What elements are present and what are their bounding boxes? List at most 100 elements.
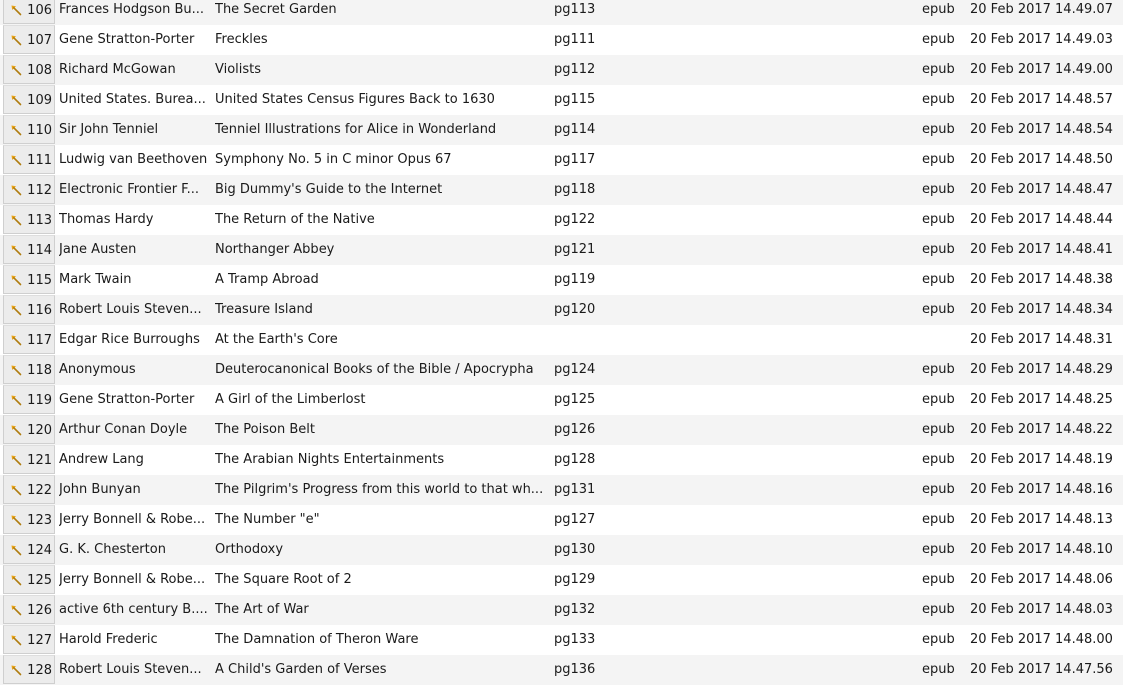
author-cell[interactable]: Thomas Hardy bbox=[59, 205, 209, 235]
title-cell[interactable]: The Damnation of Theron Ware bbox=[215, 625, 547, 655]
format-cell[interactable]: epub bbox=[922, 25, 962, 55]
title-cell[interactable]: Big Dummy's Guide to the Internet bbox=[215, 175, 547, 205]
id-cell[interactable]: pg111 bbox=[554, 25, 634, 55]
row-number-header[interactable]: 111 bbox=[3, 145, 55, 174]
date-cell[interactable]: 20 Feb 2017 14.47.56 bbox=[970, 655, 1120, 685]
date-cell[interactable]: 20 Feb 2017 14.48.29 bbox=[970, 355, 1120, 385]
format-cell[interactable]: epub bbox=[922, 655, 962, 685]
row-number-header[interactable]: 124 bbox=[3, 535, 55, 564]
table-row[interactable]: 109 United States. Burea... United State… bbox=[0, 85, 1123, 115]
format-cell[interactable]: epub bbox=[922, 55, 962, 85]
date-cell[interactable]: 20 Feb 2017 14.48.31 bbox=[970, 325, 1120, 355]
id-cell[interactable]: pg129 bbox=[554, 565, 634, 595]
table-row[interactable]: 115 Mark Twain A Tramp Abroad pg119 epub… bbox=[0, 265, 1123, 295]
row-number-header[interactable]: 118 bbox=[3, 355, 55, 384]
author-cell[interactable]: Gene Stratton-Porter bbox=[59, 385, 209, 415]
id-cell[interactable]: pg117 bbox=[554, 145, 634, 175]
table-row[interactable]: 106 Frances Hodgson Bu... The Secret Gar… bbox=[0, 0, 1123, 25]
author-cell[interactable]: active 6th century B.... bbox=[59, 595, 209, 625]
table-row[interactable]: 120 Arthur Conan Doyle The Poison Belt p… bbox=[0, 415, 1123, 445]
author-cell[interactable]: Sir John Tenniel bbox=[59, 115, 209, 145]
title-cell[interactable]: At the Earth's Core bbox=[215, 325, 547, 355]
row-number-header[interactable]: 109 bbox=[3, 85, 55, 114]
id-cell[interactable]: pg120 bbox=[554, 295, 634, 325]
id-cell[interactable]: pg115 bbox=[554, 85, 634, 115]
title-cell[interactable]: The Arabian Nights Entertainments bbox=[215, 445, 547, 475]
title-cell[interactable]: The Pilgrim's Progress from this world t… bbox=[215, 475, 547, 505]
id-cell[interactable]: pg131 bbox=[554, 475, 634, 505]
table-row[interactable]: 117 Edgar Rice Burroughs At the Earth's … bbox=[0, 325, 1123, 355]
title-cell[interactable]: The Number "e" bbox=[215, 505, 547, 535]
format-cell[interactable]: epub bbox=[922, 445, 962, 475]
format-cell[interactable]: epub bbox=[922, 385, 962, 415]
date-cell[interactable]: 20 Feb 2017 14.48.50 bbox=[970, 145, 1120, 175]
id-cell[interactable]: pg126 bbox=[554, 415, 634, 445]
format-cell[interactable]: epub bbox=[922, 415, 962, 445]
title-cell[interactable]: Treasure Island bbox=[215, 295, 547, 325]
format-cell[interactable]: epub bbox=[922, 565, 962, 595]
title-cell[interactable]: The Square Root of 2 bbox=[215, 565, 547, 595]
date-cell[interactable]: 20 Feb 2017 14.48.57 bbox=[970, 85, 1120, 115]
title-cell[interactable]: Northanger Abbey bbox=[215, 235, 547, 265]
table-row[interactable]: 107 Gene Stratton-Porter Freckles pg111 … bbox=[0, 25, 1123, 55]
table-row[interactable]: 127 Harold Frederic The Damnation of The… bbox=[0, 625, 1123, 655]
author-cell[interactable]: Jerry Bonnell & Robe... bbox=[59, 505, 209, 535]
title-cell[interactable]: Freckles bbox=[215, 25, 547, 55]
table-row[interactable]: 119 Gene Stratton-Porter A Girl of the L… bbox=[0, 385, 1123, 415]
row-number-header[interactable]: 120 bbox=[3, 415, 55, 444]
id-cell[interactable]: pg136 bbox=[554, 655, 634, 685]
row-number-header[interactable]: 116 bbox=[3, 295, 55, 324]
author-cell[interactable]: Richard McGowan bbox=[59, 55, 209, 85]
format-cell[interactable]: epub bbox=[922, 505, 962, 535]
table-row[interactable]: 125 Jerry Bonnell & Robe... The Square R… bbox=[0, 565, 1123, 595]
table-row[interactable]: 113 Thomas Hardy The Return of the Nativ… bbox=[0, 205, 1123, 235]
date-cell[interactable]: 20 Feb 2017 14.48.44 bbox=[970, 205, 1120, 235]
author-cell[interactable]: John Bunyan bbox=[59, 475, 209, 505]
title-cell[interactable]: A Child's Garden of Verses bbox=[215, 655, 547, 685]
format-cell[interactable]: epub bbox=[922, 145, 962, 175]
id-cell[interactable]: pg130 bbox=[554, 535, 634, 565]
table-row[interactable]: 108 Richard McGowan Violists pg112 epub … bbox=[0, 55, 1123, 85]
id-cell[interactable]: pg113 bbox=[554, 0, 634, 25]
date-cell[interactable]: 20 Feb 2017 14.48.03 bbox=[970, 595, 1120, 625]
author-cell[interactable]: Jane Austen bbox=[59, 235, 209, 265]
title-cell[interactable]: The Poison Belt bbox=[215, 415, 547, 445]
table-row[interactable]: 122 John Bunyan The Pilgrim's Progress f… bbox=[0, 475, 1123, 505]
format-cell[interactable]: epub bbox=[922, 295, 962, 325]
row-number-header[interactable]: 126 bbox=[3, 595, 55, 624]
row-number-header[interactable]: 128 bbox=[3, 655, 55, 684]
title-cell[interactable]: The Return of the Native bbox=[215, 205, 547, 235]
row-number-header[interactable]: 117 bbox=[3, 325, 55, 354]
row-number-header[interactable]: 108 bbox=[3, 55, 55, 84]
row-number-header[interactable]: 122 bbox=[3, 475, 55, 504]
id-cell[interactable]: pg118 bbox=[554, 175, 634, 205]
id-cell[interactable]: pg124 bbox=[554, 355, 634, 385]
format-cell[interactable]: epub bbox=[922, 475, 962, 505]
author-cell[interactable]: Anonymous bbox=[59, 355, 209, 385]
id-cell[interactable]: pg114 bbox=[554, 115, 634, 145]
title-cell[interactable]: The Art of War bbox=[215, 595, 547, 625]
row-number-header[interactable]: 115 bbox=[3, 265, 55, 294]
row-number-header[interactable]: 112 bbox=[3, 175, 55, 204]
table-row[interactable]: 111 Ludwig van Beethoven Symphony No. 5 … bbox=[0, 145, 1123, 175]
format-cell[interactable]: epub bbox=[922, 535, 962, 565]
title-cell[interactable]: United States Census Figures Back to 163… bbox=[215, 85, 547, 115]
id-cell[interactable]: pg133 bbox=[554, 625, 634, 655]
table-row[interactable]: 118 Anonymous Deuterocanonical Books of … bbox=[0, 355, 1123, 385]
author-cell[interactable]: Harold Frederic bbox=[59, 625, 209, 655]
id-cell[interactable]: pg127 bbox=[554, 505, 634, 535]
id-cell[interactable]: pg121 bbox=[554, 235, 634, 265]
table-row[interactable]: 110 Sir John Tenniel Tenniel Illustratio… bbox=[0, 115, 1123, 145]
date-cell[interactable]: 20 Feb 2017 14.49.00 bbox=[970, 55, 1120, 85]
title-cell[interactable]: A Tramp Abroad bbox=[215, 265, 547, 295]
row-number-header[interactable]: 125 bbox=[3, 565, 55, 594]
date-cell[interactable]: 20 Feb 2017 14.48.25 bbox=[970, 385, 1120, 415]
format-cell[interactable]: epub bbox=[922, 85, 962, 115]
id-cell[interactable]: pg112 bbox=[554, 55, 634, 85]
title-cell[interactable]: Deuterocanonical Books of the Bible / Ap… bbox=[215, 355, 547, 385]
format-cell[interactable]: epub bbox=[922, 625, 962, 655]
date-cell[interactable]: 20 Feb 2017 14.49.07 bbox=[970, 0, 1120, 25]
date-cell[interactable]: 20 Feb 2017 14.48.54 bbox=[970, 115, 1120, 145]
author-cell[interactable]: Ludwig van Beethoven bbox=[59, 145, 209, 175]
table-row[interactable]: 123 Jerry Bonnell & Robe... The Number "… bbox=[0, 505, 1123, 535]
